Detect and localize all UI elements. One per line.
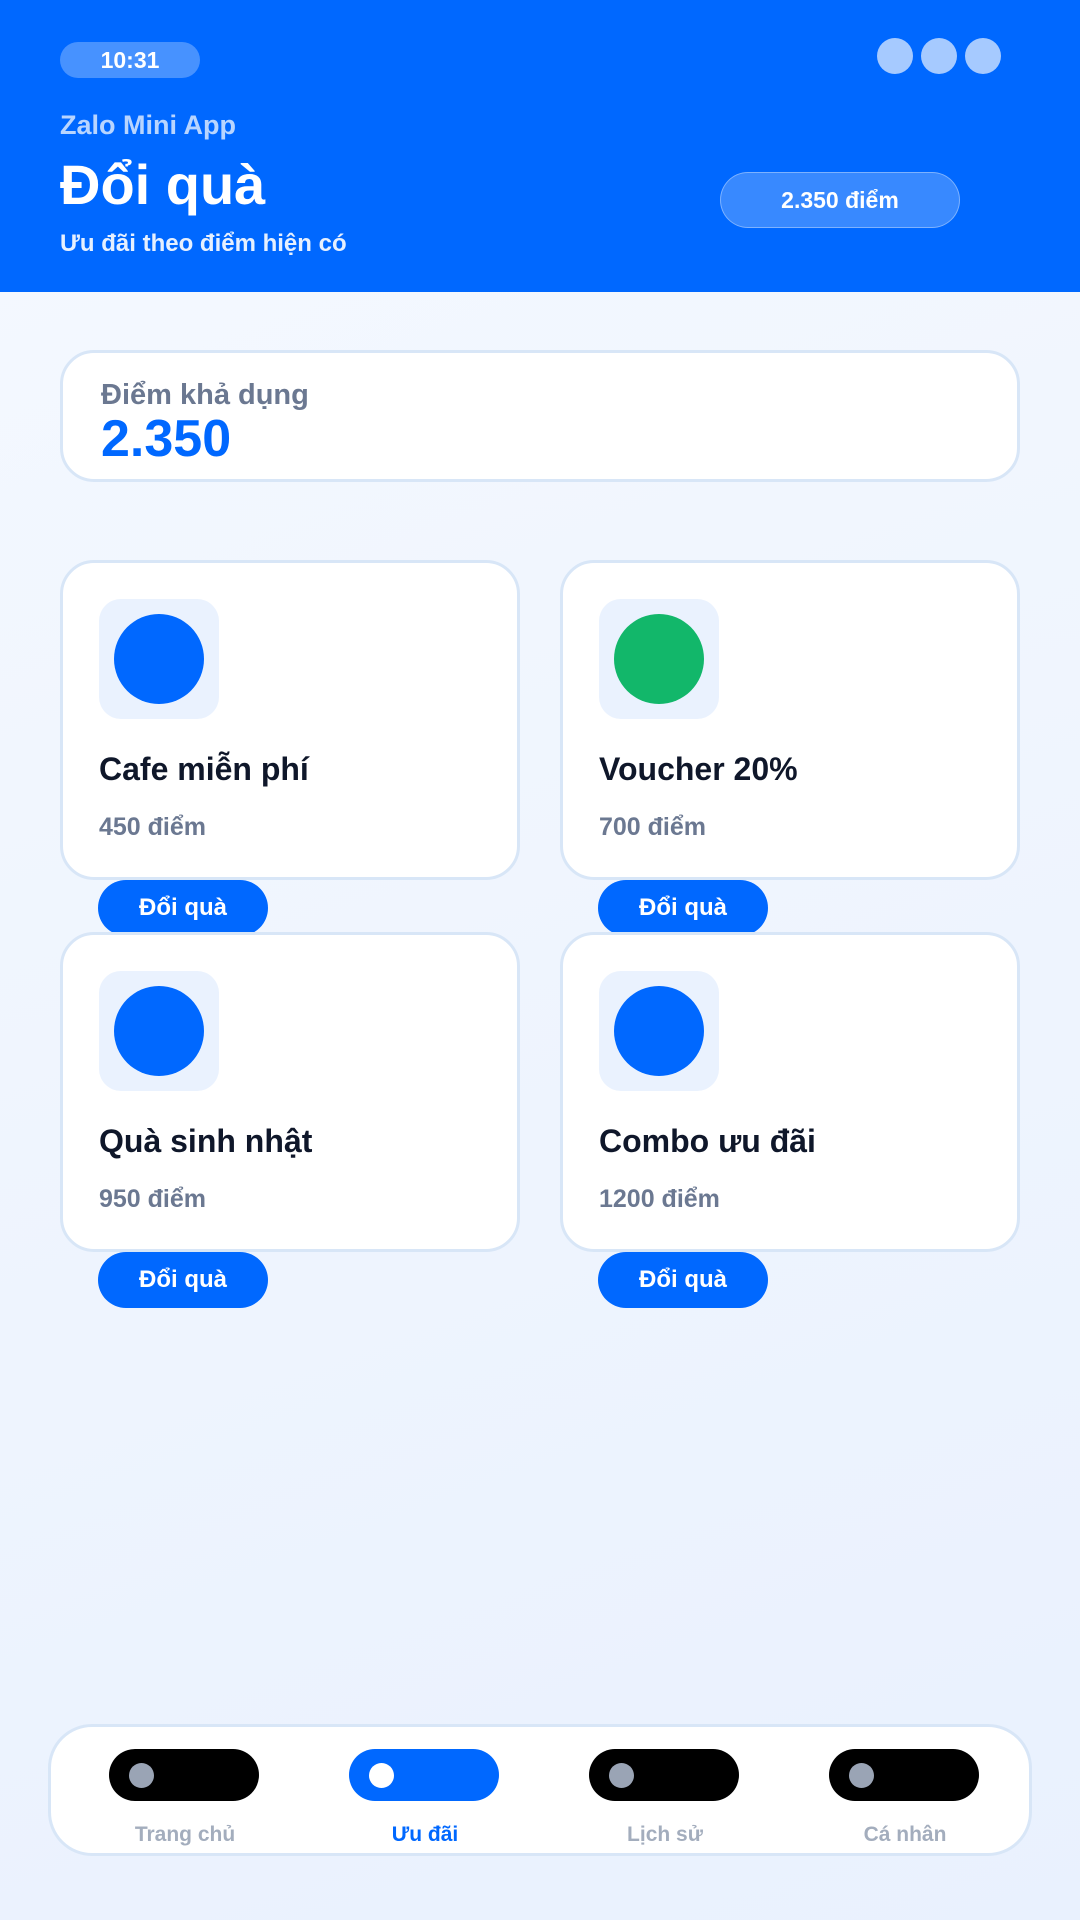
nav-label: Cá nhân [863, 1823, 947, 1846]
reward-card-cafe[interactable]: Cafe miễn phí 450 điểm [60, 560, 520, 880]
menu-dot-icon[interactable] [877, 38, 913, 74]
home-icon [109, 1749, 259, 1801]
offer-icon [349, 1749, 499, 1801]
mini-app-controls [877, 38, 1001, 74]
redeem-button-voucher[interactable]: Đổi quà [598, 880, 768, 936]
voucher-icon [614, 614, 704, 704]
history-icon [589, 1749, 739, 1801]
reward-cost: 450 điểm [99, 813, 207, 841]
nav-item-home[interactable]: Trang chủ [75, 1727, 295, 1859]
bottom-nav: Trang chủ Ưu đãi Lịch sử Cá nhân [48, 1724, 1032, 1856]
status-time: 10:31 [60, 42, 200, 78]
gift-icon [114, 986, 204, 1076]
reward-title: Combo ưu đãi [599, 1123, 816, 1159]
profile-icon [829, 1749, 979, 1801]
page-title: Đổi quà [60, 153, 266, 216]
app-name: Zalo Mini App [60, 110, 236, 140]
reward-cost: 950 điểm [99, 1185, 207, 1213]
nav-label: Ưu đãi [391, 1823, 459, 1846]
reward-card-voucher[interactable]: Voucher 20% 700 điểm [560, 560, 1020, 880]
nav-dot-icon [369, 1763, 394, 1788]
nav-label: Lịch sử [627, 1823, 703, 1846]
reward-icon [114, 614, 204, 704]
balance-value: 2.350 [101, 410, 232, 468]
redeem-button-combo[interactable]: Đổi quà [598, 1252, 768, 1308]
app-header: 10:31 Zalo Mini App Đổi quà Ưu đãi theo … [0, 0, 1080, 292]
nav-label: Trang chủ [134, 1823, 236, 1846]
minimize-dot-icon[interactable] [921, 38, 957, 74]
nav-dot-icon [849, 1763, 874, 1788]
reward-title: Voucher 20% [599, 751, 798, 787]
nav-item-offers[interactable]: Ưu đãi [315, 1727, 535, 1859]
redeem-button-birthday[interactable]: Đổi quà [98, 1252, 268, 1308]
reward-card-birthday[interactable]: Quà sinh nhật 950 điểm [60, 932, 520, 1252]
reward-card-combo[interactable]: Combo ưu đãi 1200 điểm [560, 932, 1020, 1252]
reward-cost: 1200 điểm [599, 1185, 720, 1213]
nav-item-history[interactable]: Lịch sử [555, 1727, 775, 1859]
reward-icon-box [99, 599, 219, 719]
nav-item-profile[interactable]: Cá nhân [795, 1727, 1015, 1859]
reward-icon-box [99, 971, 219, 1091]
reward-icon-box [599, 599, 719, 719]
redeem-button-cafe[interactable]: Đổi quà [98, 880, 268, 936]
nav-dot-icon [609, 1763, 634, 1788]
nav-dot-icon [129, 1763, 154, 1788]
reward-title: Cafe miễn phí [99, 751, 309, 787]
combo-icon [614, 986, 704, 1076]
reward-cost: 700 điểm [599, 813, 707, 841]
points-badge: 2.350 điểm [720, 172, 960, 228]
balance-label: Điểm khả dụng [101, 379, 309, 411]
balance-card: Điểm khả dụng 2.350 [60, 350, 1020, 482]
page-subtitle: Ưu đãi theo điểm hiện có [60, 230, 347, 257]
close-dot-icon[interactable] [965, 38, 1001, 74]
reward-icon-box [599, 971, 719, 1091]
reward-title: Quà sinh nhật [99, 1123, 313, 1159]
